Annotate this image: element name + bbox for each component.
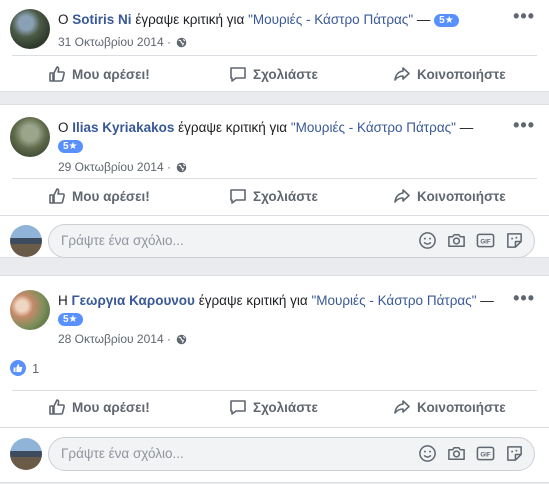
comment-input[interactable]: Γράψτε ένα σχόλιο... GIF (48, 437, 535, 471)
share-arrow-icon (393, 398, 411, 416)
comment-label: Σχολιάστε (253, 66, 318, 82)
comments-divider (0, 427, 549, 428)
author-prefix: Η (58, 293, 68, 308)
comment-button[interactable]: Σχολιάστε (229, 187, 318, 205)
share-label: Κοινοποιήστε (417, 188, 506, 204)
review-verb: έγραψε κριτική για (135, 12, 245, 27)
comment-label: Σχολιάστε (253, 188, 318, 204)
like-label: Μου αρέσει! (72, 66, 150, 82)
dash-separator: — (480, 293, 494, 308)
svg-text:GIF: GIF (480, 452, 490, 459)
page-name-link[interactable]: "Μουριές - Κάστρο Πάτρας" (311, 293, 476, 308)
like-button[interactable]: Μου αρέσει! (48, 187, 150, 205)
review-post-1: Ο Sotiris Ni έγραψε κριτική για "Μουριές… (0, 0, 549, 92)
more-options-icon[interactable]: ••• (513, 7, 535, 25)
sticker-icon[interactable] (505, 444, 524, 463)
sticker-icon[interactable] (505, 231, 524, 250)
comment-label: Σχολιάστε (253, 399, 318, 415)
review-headline: Η Γεωργια Καρουνου έγραψε κριτική για "Μ… (58, 292, 505, 328)
thumbs-up-icon (48, 65, 66, 83)
globe-icon[interactable] (176, 334, 187, 348)
comment-tools: GIF (418, 231, 524, 250)
comment-button[interactable]: Σχολιάστε (229, 398, 318, 416)
like-label: Μου αρέσει! (72, 188, 150, 204)
actions-divider (12, 55, 537, 56)
comment-bubble-icon (229, 65, 247, 83)
emoji-icon[interactable] (418, 231, 437, 250)
post-date-link[interactable]: 31 Οκτωβρίου 2014 (58, 35, 164, 49)
dash-separator: — (459, 120, 474, 135)
camera-icon[interactable] (447, 444, 466, 463)
share-label: Κοινοποιήστε (417, 399, 506, 415)
author-name-link[interactable]: Ilias Kyriakakos (72, 120, 174, 135)
comment-placeholder: Γράψτε ένα σχόλιο... (61, 233, 184, 248)
post-meta: 29 Οκτωβρίου 2014 · (58, 160, 187, 176)
post-date-link[interactable]: 29 Οκτωβρίου 2014 (58, 160, 164, 174)
author-name-link[interactable]: Sotiris Ni (72, 12, 131, 27)
like-label: Μου αρέσει! (72, 399, 150, 415)
current-user-avatar[interactable] (10, 438, 42, 470)
author-avatar[interactable] (10, 9, 50, 49)
rating-badge: 5★ (58, 313, 83, 326)
author-prefix: Ο (58, 120, 69, 135)
author-prefix: Ο (58, 12, 69, 27)
comment-bubble-icon (229, 187, 247, 205)
comment-input[interactable]: Γράψτε ένα σχόλιο... GIF (48, 224, 535, 258)
review-headline: Ο Sotiris Ni έγραψε κριτική για "Μουριές… (58, 11, 505, 29)
reaction-summary[interactable]: 1 (10, 360, 39, 376)
review-post-3: Η Γεωργια Καρουνου έγραψε κριτική για "Μ… (0, 275, 549, 483)
share-button[interactable]: Κοινοποιήστε (393, 398, 506, 416)
like-button[interactable]: Μου αρέσει! (48, 65, 150, 83)
comment-bubble-icon (229, 398, 247, 416)
emoji-icon[interactable] (418, 444, 437, 463)
svg-text:GIF: GIF (480, 239, 490, 246)
share-label: Κοινοποιήστε (417, 66, 506, 82)
more-options-icon[interactable]: ••• (513, 289, 535, 307)
post-meta: 28 Οκτωβρίου 2014 · (58, 332, 187, 348)
review-headline: Ο Ilias Kyriakakos έγραψε κριτική για "Μ… (58, 119, 505, 155)
comments-divider (0, 215, 549, 216)
review-verb: έγραψε κριτική για (178, 120, 288, 135)
thumbs-up-icon (48, 187, 66, 205)
current-user-avatar[interactable] (10, 225, 42, 257)
author-avatar[interactable] (10, 117, 50, 157)
like-button[interactable]: Μου αρέσει! (48, 398, 150, 416)
share-button[interactable]: Κοινοποιήστε (393, 187, 506, 205)
camera-icon[interactable] (447, 231, 466, 250)
rating-badge: 5★ (434, 14, 459, 27)
gif-icon[interactable]: GIF (476, 444, 495, 463)
page-name-link[interactable]: "Μουριές - Κάστρο Πάτρας" (291, 120, 456, 135)
author-name-link[interactable]: Γεωργια Καρουνου (72, 293, 195, 308)
globe-icon[interactable] (176, 37, 187, 51)
globe-icon[interactable] (176, 162, 187, 176)
share-arrow-icon (393, 187, 411, 205)
reaction-count: 1 (32, 360, 40, 376)
comment-button[interactable]: Σχολιάστε (229, 65, 318, 83)
like-reaction-icon (10, 360, 26, 376)
more-options-icon[interactable]: ••• (513, 116, 535, 134)
post-date-link[interactable]: 28 Οκτωβρίου 2014 (58, 332, 164, 346)
thumbs-up-icon (48, 398, 66, 416)
review-verb: έγραψε κριτική για (198, 293, 308, 308)
rating-badge: 5★ (58, 140, 83, 153)
share-button[interactable]: Κοινοποιήστε (393, 65, 506, 83)
author-avatar[interactable] (10, 290, 50, 330)
actions-divider (12, 390, 537, 391)
share-arrow-icon (393, 65, 411, 83)
post-meta: 31 Οκτωβρίου 2014 · (58, 35, 187, 51)
page-name-link[interactable]: "Μουριές - Κάστρο Πάτρας" (248, 12, 413, 27)
dash-separator: — (416, 12, 431, 27)
actions-divider (12, 178, 537, 179)
review-post-2: Ο Ilias Kyriakakos έγραψε κριτική για "Μ… (0, 104, 549, 258)
comment-tools: GIF (418, 444, 524, 463)
gif-icon[interactable]: GIF (476, 231, 495, 250)
comment-placeholder: Γράψτε ένα σχόλιο... (61, 446, 184, 461)
